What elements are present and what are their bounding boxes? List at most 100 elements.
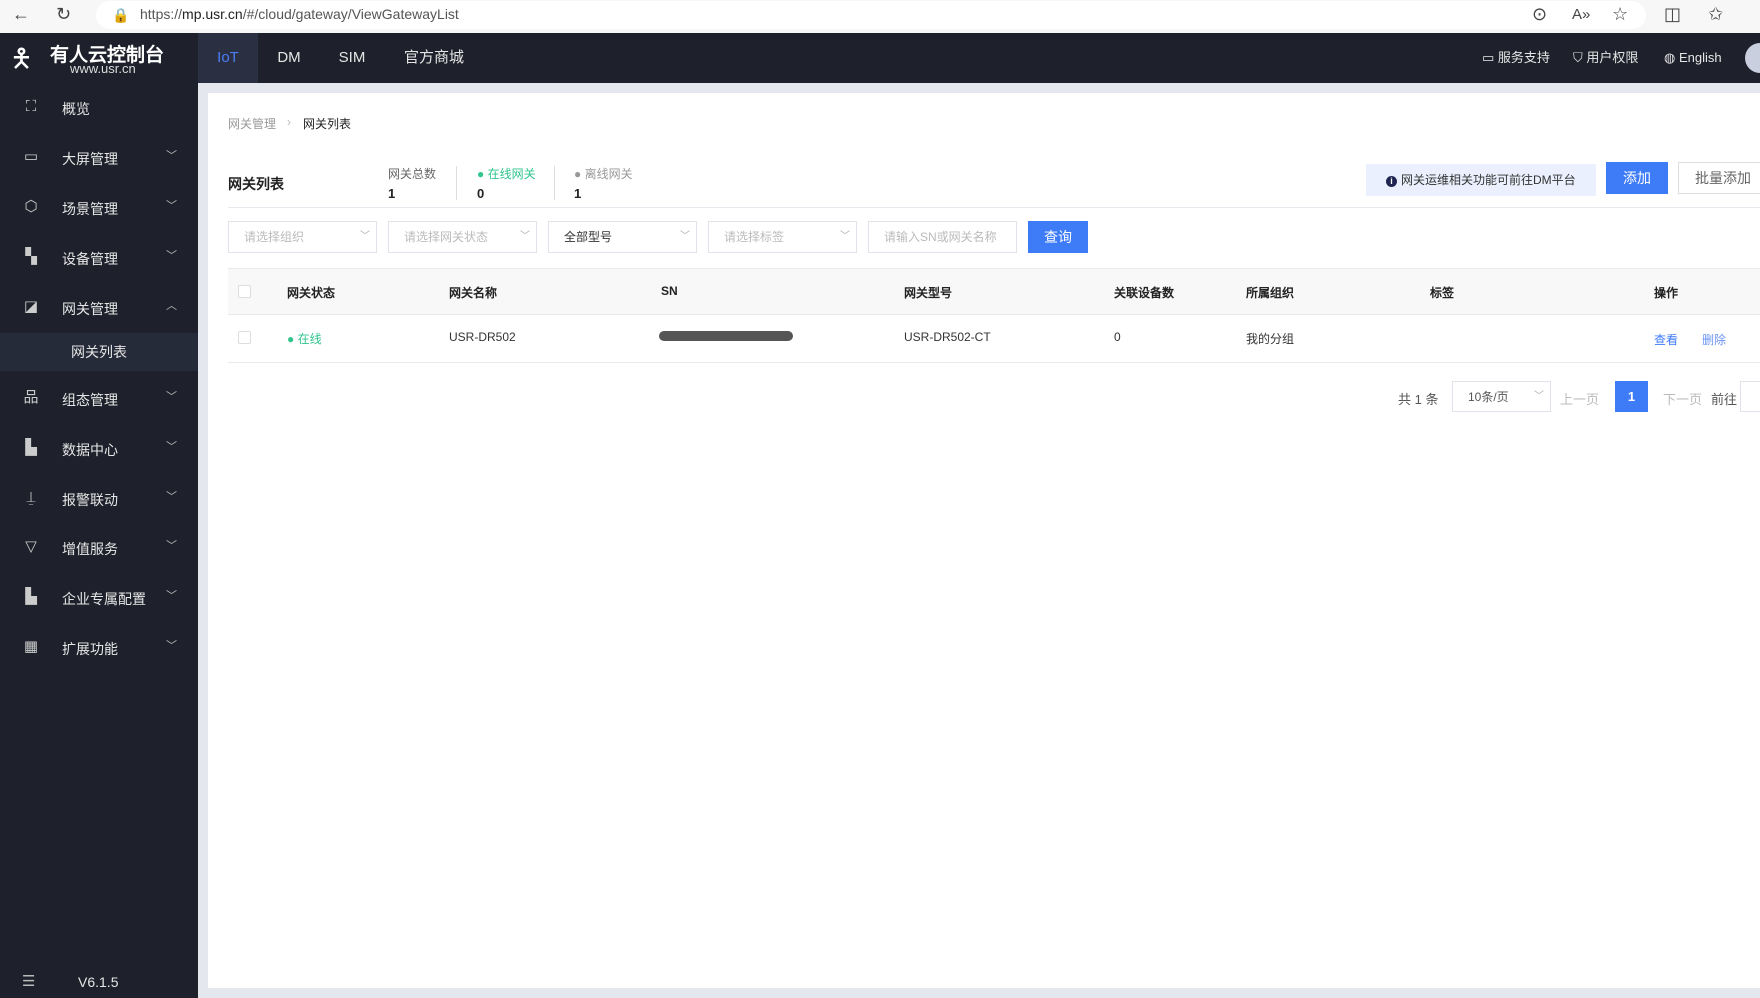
chevron-down-icon: ﹀ — [840, 231, 850, 242]
shield-icon: ⛉ — [1573, 50, 1587, 65]
hierarchy-icon: 品 — [23, 389, 39, 406]
collapse-menu-icon[interactable]: ☰ — [22, 972, 35, 990]
goto-label: 前往 — [1711, 392, 1738, 407]
breadcrumb-current: 网关列表 — [303, 117, 352, 131]
batch-add-button[interactable]: 批量添加 — [1678, 162, 1760, 194]
location-icon[interactable]: ⊙ — [1532, 4, 1547, 25]
stat-total-value: 1 — [388, 186, 396, 201]
back-icon[interactable]: ← — [12, 4, 30, 25]
prev-page-button[interactable]: 上一页 — [1560, 389, 1599, 408]
sidebar-item-data-center[interactable]: ▙ 数据中心 ﹀ — [0, 424, 198, 474]
cube-icon: ⬡ — [24, 198, 38, 215]
divider — [228, 207, 1760, 208]
tab-store[interactable]: 官方商城 — [396, 33, 472, 83]
stat-online-value: 0 — [477, 186, 485, 201]
chevron-down-icon: ﹀ — [166, 491, 177, 503]
language-switch[interactable]: ◍ English — [1664, 33, 1722, 83]
stat-offline-label: ● 离线网关 — [574, 167, 633, 181]
lock-icon[interactable]: 🔒 — [112, 7, 129, 24]
dm-notice: i 网关运维相关功能可前往DM平台 — [1366, 164, 1596, 196]
row-status: ● 在线 — [287, 332, 322, 346]
diamond-icon: ▽ — [25, 538, 37, 555]
chevron-down-icon: ﹀ — [166, 200, 177, 212]
goto-page-input[interactable] — [1740, 381, 1760, 412]
add-button[interactable]: 添加 — [1606, 162, 1668, 194]
chevron-down-icon: ﹀ — [1534, 391, 1544, 402]
view-link[interactable]: 查看 — [1654, 331, 1678, 348]
next-page-button[interactable]: 下一页 — [1663, 389, 1702, 408]
col-org: 所属组织 — [1246, 286, 1295, 300]
delete-link[interactable]: 删除 — [1702, 331, 1726, 348]
col-actions: 操作 — [1654, 286, 1679, 300]
page-1-button[interactable]: 1 — [1615, 381, 1648, 412]
sidebar-item-gateway[interactable]: ◪ 网关管理 ︿ — [0, 283, 198, 333]
row-model: USR-DR502-CT — [904, 330, 991, 344]
bar-chart-icon: ▙ — [25, 439, 37, 456]
col-model: 网关型号 — [904, 286, 953, 300]
row-checkbox[interactable] — [238, 331, 251, 344]
refresh-icon[interactable]: ↻ — [56, 4, 71, 25]
sidebar-item-enterprise[interactable]: ▙ 企业专属配置 ﹀ — [0, 573, 198, 623]
user-permissions-link[interactable]: ⛉ 用户权限 — [1573, 33, 1638, 83]
tab-iot[interactable]: IoT — [198, 33, 258, 83]
chevron-down-icon: ﹀ — [166, 540, 177, 552]
select-all-checkbox[interactable] — [238, 285, 251, 298]
person-logo-icon: 🯅 — [10, 43, 33, 73]
service-support-link[interactable]: ▭ 服务支持 — [1482, 33, 1550, 83]
divider — [456, 166, 457, 200]
url-text[interactable]: https://mp.usr.cn/#/cloud/gateway/ViewGa… — [140, 6, 459, 22]
sidebar-item-overview[interactable]: ⛶ 概览 — [0, 83, 198, 133]
scan-icon: ⛶ — [25, 98, 37, 115]
stat-online-label: ● 在线网关 — [477, 167, 536, 181]
split-screen-icon[interactable]: ◫ — [1664, 4, 1681, 25]
info-icon: i — [1386, 176, 1397, 187]
chevron-down-icon: ﹀ — [166, 441, 177, 453]
sidebar-item-value-added[interactable]: ▽ 增值服务 ﹀ — [0, 523, 198, 573]
favorites-icon[interactable]: ✩ — [1708, 4, 1723, 25]
chevron-down-icon: ﹀ — [166, 640, 177, 652]
chevron-down-icon: ﹀ — [166, 250, 177, 262]
sidebar-item-device[interactable]: ▚ 设备管理 ﹀ — [0, 233, 198, 283]
query-button[interactable]: 查询 — [1028, 221, 1088, 253]
chevron-down-icon: ﹀ — [520, 231, 530, 242]
page-size-select[interactable]: 10条/页 ﹀ — [1452, 381, 1551, 412]
col-name: 网关名称 — [449, 286, 498, 300]
version-label: V6.1.5 — [78, 974, 119, 990]
sidebar-item-alarm[interactable]: ⍊ 报警联动 ﹀ — [0, 474, 198, 524]
row-name: USR-DR502 — [449, 330, 516, 344]
tab-dm[interactable]: DM — [268, 33, 310, 83]
search-input[interactable]: 请输入SN或网关名称 — [868, 221, 1017, 253]
apps-icon: ▦ — [23, 638, 39, 655]
stat-offline-value: 1 — [574, 186, 582, 201]
status-select[interactable]: 请选择网关状态 ﹀ — [388, 221, 537, 253]
tag-select[interactable]: 请选择标签 ﹀ — [708, 221, 857, 253]
brand-site: www.usr.cn — [70, 61, 136, 76]
divider — [554, 166, 555, 200]
model-select[interactable]: 全部型号 ﹀ — [548, 221, 697, 253]
total-count: 共 1 条 — [1398, 392, 1439, 407]
sidebar-subitem-gateway-list[interactable]: 网关列表 — [0, 333, 198, 371]
chevron-down-icon: ﹀ — [166, 150, 177, 162]
sidebar-item-big-screen[interactable]: ▭ 大屏管理 ﹀ — [0, 133, 198, 183]
sidebar-item-configuration[interactable]: 品组态管理 ﹀ — [0, 374, 198, 424]
sidebar-item-scene[interactable]: ⬡ 场景管理 ﹀ — [0, 183, 198, 233]
chart-window-icon: ◪ — [23, 298, 39, 315]
col-status: 网关状态 — [287, 286, 336, 300]
page-title: 网关列表 — [228, 176, 284, 192]
favorite-star-icon[interactable]: ☆ — [1612, 4, 1628, 25]
org-select[interactable]: 请选择组织 ﹀ — [228, 221, 377, 253]
col-device-count: 关联设备数 — [1114, 286, 1175, 300]
chevron-down-icon: ﹀ — [360, 231, 370, 242]
monitor-icon: ▭ — [23, 148, 39, 165]
row-org: 我的分组 — [1246, 332, 1295, 346]
row-device-count: 0 — [1114, 330, 1121, 344]
chevron-down-icon: ﹀ — [166, 590, 177, 602]
sidebar-item-extensions[interactable]: ▦ 扩展功能 ﹀ — [0, 623, 198, 673]
browser-toolbar: ← ↻ 🔒 https://mp.usr.cn/#/cloud/gateway/… — [0, 0, 1760, 33]
stat-total-label: 网关总数 — [388, 167, 437, 181]
divider — [228, 362, 1760, 363]
chevron-down-icon: ﹀ — [680, 231, 690, 242]
read-aloud-icon[interactable]: A» — [1572, 6, 1590, 23]
breadcrumb-parent[interactable]: 网关管理 — [228, 115, 276, 132]
tab-sim[interactable]: SIM — [330, 33, 374, 83]
